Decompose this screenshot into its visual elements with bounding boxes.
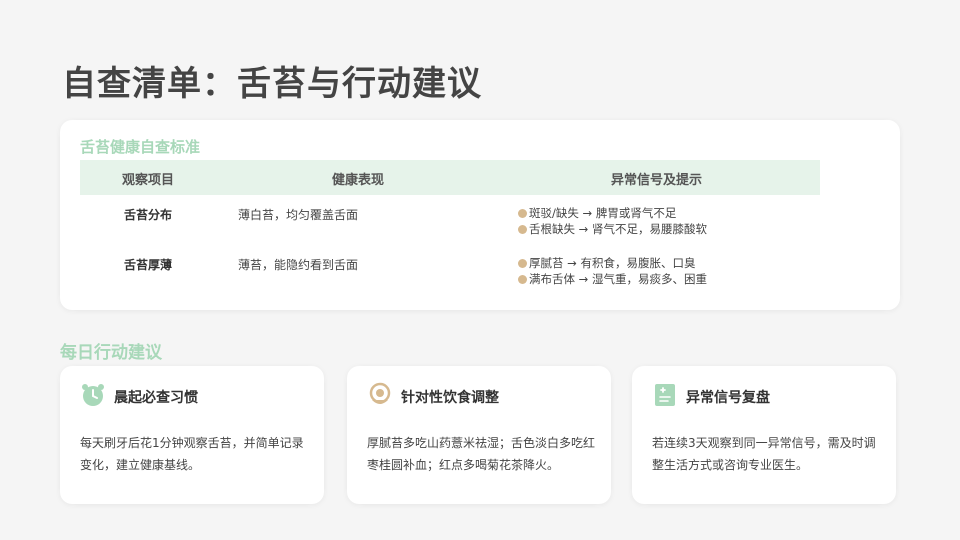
table-row-healthy: 薄白苔，均匀覆盖舌面 (238, 208, 359, 222)
card-body: 若连续3天观察到同一异常信号，需及时调整生活方式或咨询专业医生。 (652, 436, 876, 472)
action-card: 异常信号复盘 若连续3天观察到同一异常信号，需及时调整生活方式或咨询专业医生。 (632, 366, 896, 504)
signal-text: 满布舌体 → 湿气重，易痰多、困重 (529, 272, 707, 286)
table-row-signals: 厚腻苔 → 有积食，易腹胀、口臭 满布舌体 → 湿气重，易痰多、困重 (518, 255, 707, 287)
header-healthy: 健康表现 (332, 173, 385, 188)
actions-section-title: 每日行动建议 (60, 343, 162, 363)
standards-panel: 舌苔健康自查标准 观察项目 健康表现 异常信号及提示 舌苔分布 薄白苔，均匀覆盖… (60, 120, 900, 310)
signal-text: 舌根缺失 → 肾气不足，易腰膝酸软 (529, 222, 707, 236)
bullet-dot (518, 225, 527, 234)
card-body: 厚腻苔多吃山药薏米祛湿；舌色淡白多吃红枣桂圆补血；红点多喝菊花茶降火。 (367, 436, 596, 472)
table-row-signals: 斑驳/缺失 → 脾胃或肾气不足 舌根缺失 → 肾气不足，易腰膝酸软 (518, 205, 707, 237)
card-title: 针对性饮食调整 (401, 390, 499, 406)
signal-text: 厚腻苔 → 有积食，易腹胀、口臭 (529, 256, 696, 270)
table-row-healthy: 薄苔，能隐约看到舌面 (238, 258, 359, 272)
action-card: 晨起必查习惯 每天刷牙后花1分钟观察舌苔，并简单记录变化，建立健康基线。 (60, 366, 324, 504)
signal-text: 斑驳/缺失 → 脾胃或肾气不足 (529, 206, 677, 220)
bullet-dot (518, 209, 527, 218)
signal-line: 舌根缺失 → 肾气不足，易腰膝酸软 (518, 221, 707, 237)
page-title: 自查清单：舌苔与行动建议 (62, 64, 482, 104)
bullet-dot (518, 259, 527, 268)
table-header: 观察项目 健康表现 异常信号及提示 (80, 160, 820, 195)
header-item: 观察项目 (122, 173, 175, 188)
card-body: 每天刷牙后花1分钟观察舌苔，并简单记录变化，建立健康基线。 (80, 436, 304, 472)
standards-section-title: 舌苔健康自查标准 (80, 138, 201, 156)
card-title: 晨起必查习惯 (114, 390, 198, 406)
signal-line: 厚腻苔 → 有积食，易腹胀、口臭 (518, 255, 707, 271)
table-row-item: 舌苔厚薄 (124, 258, 173, 272)
alarm-clock-icon (82, 384, 104, 406)
medical-record-icon (655, 384, 675, 406)
header-signals: 异常信号及提示 (611, 173, 703, 188)
action-card: 针对性饮食调整 厚腻苔多吃山药薏米祛湿；舌色淡白多吃红枣桂圆补血；红点多喝菊花茶… (347, 366, 611, 504)
table-row-item: 舌苔分布 (124, 208, 173, 222)
food-bowl-icon (369, 382, 391, 404)
signal-line: 斑驳/缺失 → 脾胃或肾气不足 (518, 205, 707, 221)
card-title: 异常信号复盘 (686, 390, 770, 406)
signal-line: 满布舌体 → 湿气重，易痰多、困重 (518, 271, 707, 287)
bullet-dot (518, 275, 527, 284)
